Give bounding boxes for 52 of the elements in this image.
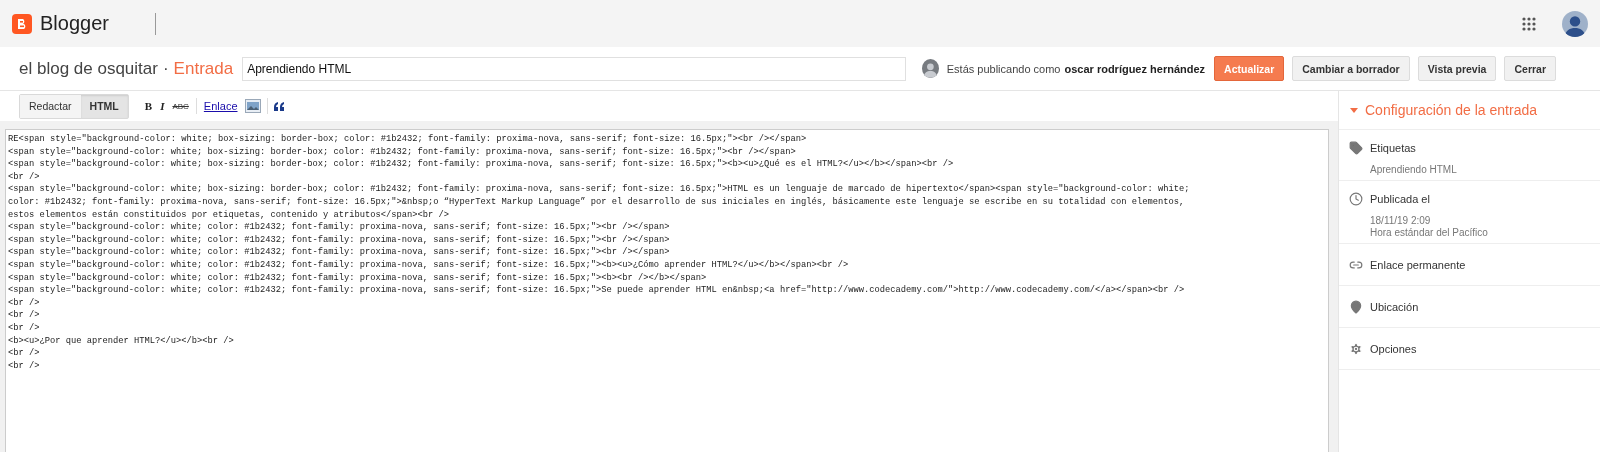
section-label: Entrada — [173, 58, 234, 79]
code-line: <span style="background-color: white; box-sizing: border-box; color: #1b2432; font-family: proxima-nova, sans-serif; font-size: 16.5px;"><br /></span> — [8, 145, 797, 159]
setting-value: Hora estándar del Pacífico — [1370, 227, 1489, 239]
brand-name: Blogger — [40, 12, 109, 35]
code-line: <span style="background-color: white; color: #1b2432; font-family: proxima-nova, sans-serif; font-size: 16.5px;">Se puede aprender HTML en&nbsp;<a href="http://www.codecademy.com/">http://www.codecademy.com/</a></span><br /> — [8, 284, 1186, 297]
blog-name: el blog de osquitar — [19, 58, 158, 79]
code-line: <span style="background-color: white; color: #1b2432; font-family: proxima-nova, sans-serif; font-size: 16.5px;"><br /></span> — [8, 233, 671, 247]
settings-section-heading[interactable]: Etiquetas — [1349, 139, 1600, 156]
header-button[interactable]: Vista previa — [1417, 56, 1497, 81]
setting-value: Aprendiendo HTML — [1370, 164, 1458, 176]
code-line: <span style="background-color: white; color: #1b2432; font-family: proxima-nova, sans-serif; font-size: 16.5px;"><b><br /></b></span> — [8, 271, 708, 285]
html-editor[interactable] — [5, 129, 1329, 452]
mode-tab[interactable]: HTML — [80, 94, 128, 118]
tag-icon — [1349, 140, 1363, 155]
map-pin-icon — [1349, 299, 1363, 314]
italic-button[interactable]: I — [156, 100, 169, 112]
code-line: <span style="background-color: white; color: #1b2432; font-family: proxima-nova, sans-serif; font-size: 16.5px;"><b><u>¿Cómo aprender HTML?</u></b></span><br /> — [8, 258, 850, 272]
strikethrough-button[interactable]: ABC — [168, 101, 193, 111]
link-button[interactable]: Enlace — [203, 100, 238, 112]
header-button[interactable]: Cerrar — [1504, 56, 1556, 81]
blogger-logo-icon — [12, 13, 32, 34]
code-line: <br /> — [8, 321, 41, 335]
code-line: <br /> — [8, 170, 41, 184]
settings-section-heading[interactable]: Ubicación — [1349, 298, 1600, 315]
code-line: color: #1b2432; font-family: proxima-nova, sans-serif; font-size: 16.5px;">&nbsp;o “HyperText Markup Language” por el desarrollo de sus iniciales en inglés, básicamente este lenguaje se escribe en su totalidad con elementos, — [8, 195, 1186, 209]
code-line: RE<span style="background-color: white; box-sizing: border-box; color: #1b2432; font-family: proxima-nova, sans-serif; font-size: 16.5px;"><br /></span> — [8, 133, 808, 146]
author-avatar — [921, 59, 939, 78]
code-line: <br /> — [8, 296, 41, 310]
code-line: <b><u>¿Por que aprender HTML?</u></b><br /> — [8, 334, 235, 348]
settings-section-heading[interactable]: Enlace permanente — [1349, 256, 1600, 273]
code-line: <span style="background-color: white; box-sizing: border-box; color: #1b2432; font-family: proxima-nova, sans-serif; font-size: 16.5px;"><b><u>¿Qué es el HTML?</u></b></span><br /> — [8, 158, 955, 171]
author-name: oscar rodríguez hernández — [1064, 62, 1206, 75]
code-line: <br /> — [8, 347, 41, 360]
bold-button[interactable]: B — [140, 100, 157, 112]
settings-icon — [1349, 341, 1363, 356]
settings-section-heading[interactable]: Opciones — [1349, 340, 1600, 357]
apps-grid-icon[interactable] — [1522, 16, 1536, 31]
mode-tab[interactable]: Redactar — [20, 94, 81, 118]
setting-value: 18/11/19 2:09 — [1370, 215, 1432, 227]
settings-section-heading[interactable]: Publicada el — [1349, 190, 1600, 207]
code-line: <span style="background-color: white; color: #1b2432; font-family: proxima-nova, sans-serif; font-size: 16.5px;"><br /></span> — [8, 221, 671, 234]
code-line: <span style="background-color: white; box-sizing: border-box; color: #1b2432; font-family: proxima-nova, sans-serif; font-size: 16.5px;">HTML es un lenguaje de marcado de hipertexto</span><span style="background-color: white; — [8, 183, 1191, 196]
separator-dot: · — [162, 58, 169, 79]
clock-icon — [1349, 191, 1363, 206]
header-button[interactable]: Cambiar a borrador — [1292, 56, 1410, 81]
user-avatar[interactable] — [1562, 10, 1588, 37]
post-title-field[interactable]: Aprendiendo HTML — [242, 56, 906, 81]
publishing-as-label: Estás publicando como — [946, 62, 1061, 75]
code-line: <br /> — [8, 309, 41, 322]
code-line: estos elementos están constituidos por etiquetas, contenido y atributos</span><br /> — [8, 208, 451, 222]
code-line: <span style="background-color: white; color: #1b2432; font-family: proxima-nova, sans-serif; font-size: 16.5px;"><br /></span> — [8, 246, 671, 259]
code-line: <br /> — [8, 359, 41, 373]
